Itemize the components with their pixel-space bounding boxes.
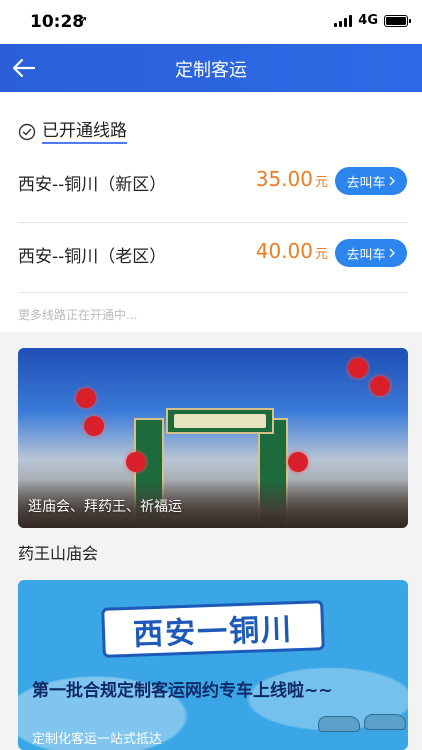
call-car-button[interactable]: 去叫车 [335, 239, 407, 267]
battery-icon [384, 14, 411, 27]
nav-bar: 定制客运 [0, 44, 422, 92]
divider [18, 222, 408, 223]
lantern [84, 416, 104, 436]
routes-card: 已开通线路 西安--铜川（新区） 35.00 元 去叫车 西安--铜川（老区） 4… [0, 92, 422, 332]
status-time: 10:28 [30, 12, 85, 32]
route-price: 35.00 元 [255, 167, 328, 191]
lantern [348, 358, 368, 378]
car-icon [364, 714, 406, 730]
routes-header: 已开通线路 [18, 120, 127, 144]
check-circle-icon [18, 123, 36, 141]
signal-icon [334, 14, 353, 27]
promo-banner-temple-fair[interactable]: 逛庙会、拜药王、祈福运 [18, 348, 408, 528]
more-routes-note: 更多线路正在开通中... [18, 308, 138, 322]
lantern [126, 452, 146, 472]
route-row: 西安--铜川（老区） 40.00 元 去叫车 [0, 228, 422, 278]
lantern [370, 376, 390, 396]
banner-subheadline: 第一批合规定制客运网约专车上线啦~~ [32, 681, 333, 701]
promo-title: 药王山庙会 [18, 544, 99, 563]
banner-caption: 逛庙会、拜药王、祈福运 [28, 499, 182, 515]
lantern [76, 388, 96, 408]
route-name: 西安--铜川（新区） [18, 175, 167, 195]
car-icon [318, 716, 360, 732]
status-bar: 10:28 ➚ 4G [0, 0, 422, 44]
route-row: 西安--铜川（新区） 35.00 元 去叫车 [0, 156, 422, 206]
divider [18, 292, 408, 293]
page-title: 定制客运 [175, 60, 247, 81]
status-indicators: 4G [334, 13, 411, 28]
chevron-right-icon [389, 248, 395, 258]
network-label: 4G [358, 13, 378, 28]
route-price: 40.00 元 [255, 239, 328, 263]
route-name: 西安--铜川（老区） [18, 247, 167, 267]
chevron-right-icon [389, 176, 395, 186]
promo-banner-xian-tongchuan[interactable]: 西安一铜川 第一批合规定制客运网约专车上线啦~~ 定制化客运一站式抵达 [18, 580, 408, 750]
banner-headline: 西安一铜川 [101, 600, 325, 658]
location-arrow-icon: ➚ [78, 13, 89, 27]
gate-sign [174, 414, 266, 428]
routes-title: 已开通线路 [42, 120, 127, 144]
lantern [288, 452, 308, 472]
banner-footer: 定制化客运一站式抵达 [32, 732, 163, 747]
call-car-button[interactable]: 去叫车 [335, 167, 407, 195]
